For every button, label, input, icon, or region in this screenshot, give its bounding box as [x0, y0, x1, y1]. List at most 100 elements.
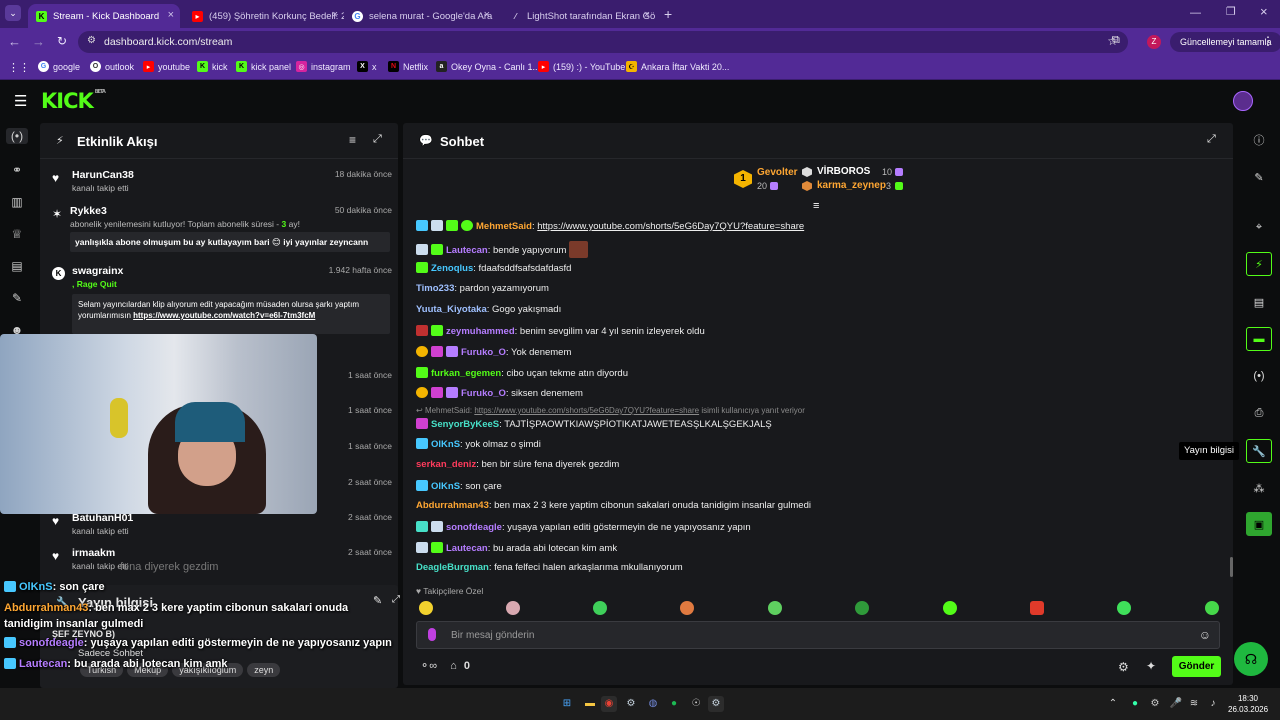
emote-button[interactable]: [593, 601, 607, 615]
emote-button[interactable]: [680, 601, 694, 615]
file-explorer-icon[interactable]: ▬: [582, 696, 598, 712]
lightning-icon[interactable]: ⚡: [1246, 252, 1272, 276]
steam-app-icon[interactable]: ⚙: [708, 696, 724, 712]
bookmark-netflix[interactable]: N Netflix: [388, 61, 428, 72]
url-field[interactable]: ⚙ dashboard.kick.com/stream ☆: [78, 31, 1128, 53]
chat-message[interactable]: OlKnS: yok olmaz o şimdi: [416, 438, 541, 450]
emoji-icon[interactable]: ☺: [1199, 628, 1211, 642]
chat-user[interactable]: OlKnS: [431, 481, 460, 492]
reload-button[interactable]: ↻: [57, 34, 67, 48]
steam-icon[interactable]: ⚙: [623, 696, 639, 712]
tab-search-button[interactable]: ⌄: [5, 5, 21, 21]
wrench-icon[interactable]: 🔧: [1246, 439, 1272, 463]
edit-icon[interactable]: ✎: [1246, 165, 1272, 189]
chat-user[interactable]: Yuuta_Kiyotaka: [416, 304, 487, 315]
chat-message[interactable]: DeagleBurgman: fena felfeci halen arkaşl…: [416, 562, 683, 573]
bookmark-okey[interactable]: a Okey Oyna - Canlı 1...: [436, 61, 540, 72]
emote-button[interactable]: [943, 601, 957, 615]
chat-message[interactable]: Furuko_O: siksen denemem: [416, 387, 583, 399]
tab-lightshot[interactable]: ⁄ LightShot tarafından Ekran Görün... ×: [502, 4, 656, 28]
chat-user[interactable]: SenyorByKeeS: [431, 419, 499, 430]
chrome-icon[interactable]: ◉: [601, 696, 617, 712]
bookmark-instagram[interactable]: ◎ instagram: [296, 61, 351, 72]
close-icon[interactable]: ×: [332, 9, 338, 21]
kick-logo[interactable]: KICK BETA: [41, 89, 106, 113]
hamburger-menu-icon[interactable]: ☰: [14, 92, 27, 110]
close-icon[interactable]: ×: [644, 9, 650, 21]
windows-start-icon[interactable]: ⊞: [559, 696, 575, 712]
clock[interactable]: 18:30 26.03.2026: [1228, 693, 1268, 715]
bookmark-youtube-159[interactable]: ▸ (159) :) - YouTube: [538, 61, 625, 72]
tray-steam-icon[interactable]: ⚙: [1147, 696, 1163, 712]
menu-icon[interactable]: ⋮: [1262, 34, 1274, 48]
emote-button[interactable]: [506, 601, 520, 615]
store-icon[interactable]: ⌂: [450, 660, 457, 672]
emote-button[interactable]: [1205, 601, 1219, 615]
emote-button[interactable]: [1030, 601, 1044, 615]
tab-kick-dashboard[interactable]: K Stream - Kick Dashboard ×: [28, 4, 180, 28]
minimize-button[interactable]: —: [1190, 7, 1201, 19]
site-info-icon[interactable]: ⚙: [87, 35, 96, 46]
volume-icon[interactable]: ♪: [1205, 696, 1221, 712]
emote-button[interactable]: [768, 601, 782, 615]
chat-message[interactable]: Lautecan: bende yapıyorum: [416, 241, 591, 258]
trophy-icon[interactable]: ♕: [9, 226, 25, 242]
activity-link[interactable]: https://www.youtube.com/watch?v=e6l-7tm3…: [133, 311, 315, 320]
forward-button[interactable]: →: [32, 34, 45, 49]
profile-avatar[interactable]: Z: [1147, 35, 1161, 49]
chat-message[interactable]: Furuko_O: Yok denemem: [416, 346, 571, 358]
chat-message[interactable]: furkan_egemen: cibo uçan tekme atın diyo…: [416, 367, 628, 379]
printer-icon[interactable]: ⎙: [1246, 401, 1272, 425]
support-bubble[interactable]: ☊: [1234, 642, 1268, 676]
info-icon[interactable]: ⓘ: [1246, 128, 1272, 152]
apps-grid-icon[interactable]: ⋮⋮: [8, 61, 30, 74]
close-icon[interactable]: ×: [168, 9, 174, 21]
chat-message[interactable]: MehmetSaid: https://www.youtube.com/shor…: [416, 220, 804, 232]
discord-icon[interactable]: ◍: [645, 696, 661, 712]
chat-user[interactable]: MehmetSaid: [476, 221, 532, 232]
chat-user[interactable]: Furuko_O: [461, 347, 506, 358]
chat-user[interactable]: OlKnS: [431, 439, 460, 450]
broadcast-icon[interactable]: (•): [6, 128, 28, 144]
leader-name[interactable]: VİRBOROS: [817, 166, 870, 177]
activity-user[interactable]: swagrainx: [72, 265, 123, 277]
tab-youtube[interactable]: ▸ (459) Şöhretin Korkunç Bedeli: 2... ×: [184, 4, 344, 28]
filter-icon[interactable]: ≡: [349, 133, 356, 147]
chat-message[interactable]: serkan_deniz: ben bir süre fena diyerek …: [416, 459, 619, 470]
emote-picker-icon[interactable]: ✦: [1146, 659, 1156, 673]
reply-context[interactable]: ↩ MehmetSaid: https://www.youtube.com/sh…: [416, 406, 805, 415]
emote-button[interactable]: [419, 601, 433, 615]
leader-name[interactable]: karma_zeynep: [817, 180, 886, 191]
bookmark-kick-panel[interactable]: Kkick panel: [236, 61, 291, 72]
window-close-button[interactable]: ×: [1260, 4, 1268, 19]
tool-icon[interactable]: ☉: [688, 696, 704, 712]
tab-google[interactable]: G selena murat - Google'da Ara ×: [344, 4, 496, 28]
chat-bubble-icon[interactable]: ▬: [1246, 327, 1272, 351]
chat-user[interactable]: zeymuhammed: [446, 326, 515, 337]
chat-user[interactable]: serkan_deniz: [416, 459, 476, 470]
chat-user[interactable]: sonofdeagle: [446, 522, 502, 533]
broadcast-icon[interactable]: (•): [1246, 364, 1272, 388]
user-avatar[interactable]: [1233, 91, 1253, 111]
chat-user[interactable]: Furuko_O: [461, 388, 506, 399]
wifi-icon[interactable]: ≋: [1186, 696, 1202, 712]
loyalty-icon[interactable]: ⚬∞: [420, 660, 437, 672]
close-icon[interactable]: ×: [484, 9, 490, 21]
chat-settings-icon[interactable]: ⚙: [1118, 660, 1129, 674]
chat-message[interactable]: Zenoqlus: fdaafsddfsafsdafdasfd: [416, 262, 571, 274]
mic-tray-icon[interactable]: 🎤: [1168, 696, 1184, 712]
chat-link[interactable]: https://www.youtube.com/shorts/5eG6Day7Q…: [537, 221, 804, 232]
reply-link[interactable]: https://www.youtube.com/shorts/5eG6Day7Q…: [474, 406, 699, 415]
leader-name[interactable]: Gevolter: [757, 167, 798, 178]
pinned-toggle-icon[interactable]: ≡: [813, 200, 819, 212]
chat-scrollbar[interactable]: [1230, 557, 1233, 577]
bookmark-kick[interactable]: Kkick: [197, 61, 228, 72]
link-icon[interactable]: ⚭: [9, 162, 25, 178]
emote-button[interactable]: [855, 601, 869, 615]
chat-input[interactable]: Bir mesaj gönderin ☺: [416, 621, 1220, 649]
activity-user[interactable]: HarunCan38: [72, 169, 134, 181]
chat-user[interactable]: furkan_egemen: [431, 368, 501, 379]
analytics-icon[interactable]: ▥: [9, 194, 25, 210]
bookmark-outlook[interactable]: Ooutlook: [90, 61, 134, 72]
emote-button[interactable]: [1117, 601, 1131, 615]
